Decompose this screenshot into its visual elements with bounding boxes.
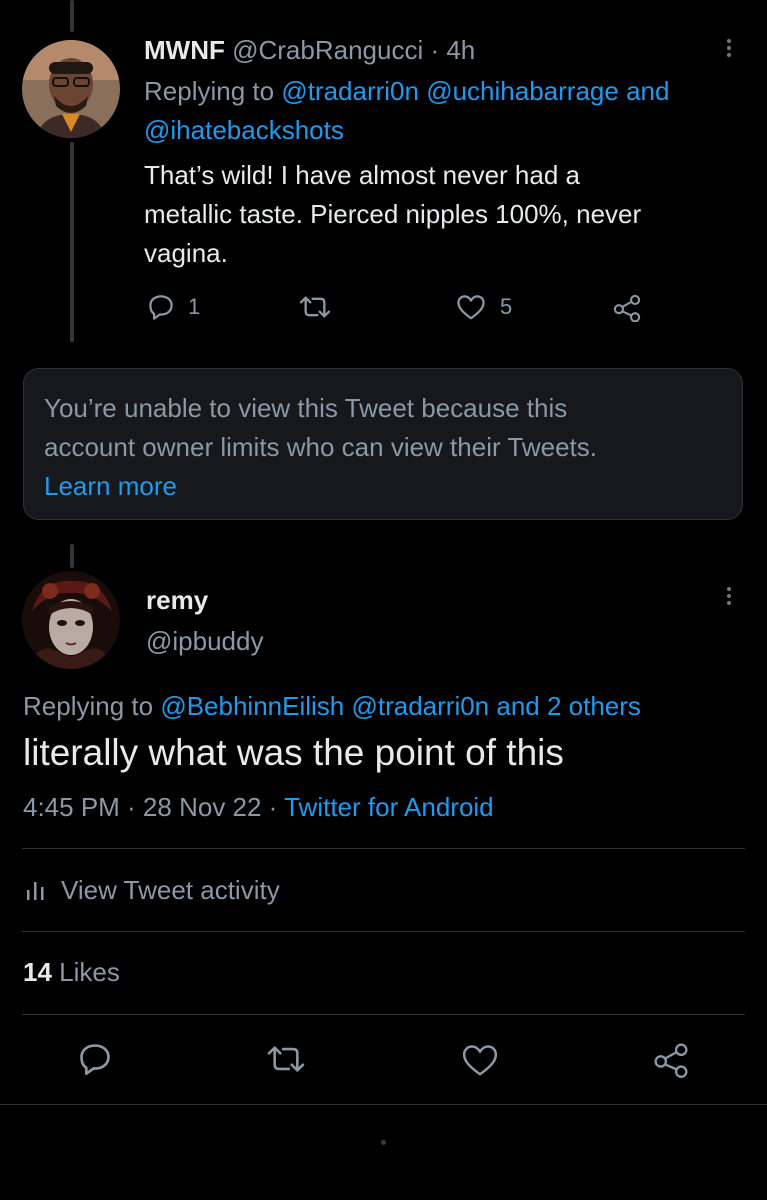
replying-user3[interactable]: @ihatebackshots bbox=[144, 111, 744, 150]
view-tweet-activity[interactable]: View Tweet activity bbox=[25, 872, 280, 908]
replying-users[interactable]: @BebhinnEilish @tradarri0n and 2 others bbox=[160, 691, 641, 721]
tweet-meta: 4:45 PM · 28 Nov 22 · Twitter for Androi… bbox=[23, 789, 494, 825]
tweet-text-line: vagina. bbox=[144, 238, 228, 268]
like-icon bbox=[462, 1045, 498, 1076]
like-button[interactable] bbox=[461, 1042, 499, 1078]
more-icon[interactable] bbox=[725, 584, 733, 608]
replying-to: Replying to @tradarri0n @uchihabarrage a… bbox=[144, 72, 744, 150]
like-count: 5 bbox=[500, 294, 513, 319]
share-button[interactable] bbox=[652, 1042, 690, 1078]
tweet1-text: That’s wild! I have almost never had a m… bbox=[144, 156, 754, 273]
activity-label: View Tweet activity bbox=[61, 875, 280, 905]
reply-count: 1 bbox=[188, 294, 201, 319]
source-link[interactable]: Twitter for Android bbox=[284, 792, 494, 822]
reply-button[interactable] bbox=[76, 1040, 114, 1078]
reply-icon bbox=[149, 295, 173, 320]
share-button[interactable] bbox=[612, 294, 642, 322]
handle[interactable]: @ipbuddy bbox=[146, 624, 263, 658]
handle[interactable]: @CrabRangucci bbox=[232, 35, 423, 65]
learn-more-link[interactable]: Learn more bbox=[44, 467, 722, 506]
divider bbox=[22, 931, 745, 932]
more-icon[interactable] bbox=[725, 36, 733, 60]
likes-count: 14 bbox=[23, 957, 52, 987]
likes-summary[interactable]: 14 Likes bbox=[23, 954, 120, 990]
timestamp[interactable]: 4:45 PM · 28 Nov 22 · bbox=[23, 792, 277, 822]
likes-label: Likes bbox=[59, 957, 120, 987]
tweet-text-line: metallic taste. Pierced nipples 100%, ne… bbox=[144, 199, 642, 229]
retweet-button[interactable] bbox=[266, 1042, 306, 1076]
thread-line-top bbox=[70, 0, 74, 32]
retweet-icon bbox=[267, 1046, 305, 1072]
retweet-icon bbox=[299, 296, 331, 318]
thread-line-mid bbox=[70, 142, 74, 342]
restricted-tweet-notice: You’re unable to view this Tweet because… bbox=[23, 368, 743, 520]
retweet-button[interactable] bbox=[298, 293, 332, 321]
timestamp[interactable]: · 4h bbox=[430, 35, 475, 65]
tweet2-text: literally what was the point of this bbox=[23, 732, 564, 773]
replying-and: and bbox=[626, 76, 670, 106]
avatar-remy[interactable] bbox=[22, 571, 120, 669]
replying-to: Replying to @BebhinnEilish @tradarri0n a… bbox=[23, 688, 641, 724]
share-icon bbox=[613, 294, 641, 322]
notice-line: account owner limits who can view their … bbox=[44, 432, 597, 462]
share-icon bbox=[654, 1043, 688, 1078]
reply-button[interactable]: 1 bbox=[146, 292, 200, 322]
display-name[interactable]: remy bbox=[146, 584, 208, 616]
tweet1-header: MWNF @CrabRangucci · 4h bbox=[144, 32, 475, 68]
replying-users[interactable]: @tradarri0n @uchihabarrage bbox=[281, 76, 619, 106]
thread-line-bottom bbox=[70, 544, 74, 568]
divider bbox=[22, 1014, 745, 1015]
tweet-text-line: That’s wild! I have almost never had a bbox=[144, 160, 580, 190]
avatar-mwnf[interactable] bbox=[22, 40, 120, 138]
activity-icon bbox=[27, 882, 44, 900]
replying-prefix: Replying to bbox=[144, 76, 275, 106]
like-button[interactable]: 5 bbox=[456, 293, 512, 321]
divider bbox=[0, 1104, 767, 1105]
like-icon bbox=[457, 295, 485, 320]
notice-line: You’re unable to view this Tweet because… bbox=[44, 393, 568, 423]
reply-icon bbox=[80, 1044, 110, 1076]
divider bbox=[22, 848, 745, 849]
replying-prefix: Replying to bbox=[23, 691, 154, 721]
loading-dot bbox=[381, 1140, 386, 1145]
display-name[interactable]: MWNF bbox=[144, 35, 225, 65]
